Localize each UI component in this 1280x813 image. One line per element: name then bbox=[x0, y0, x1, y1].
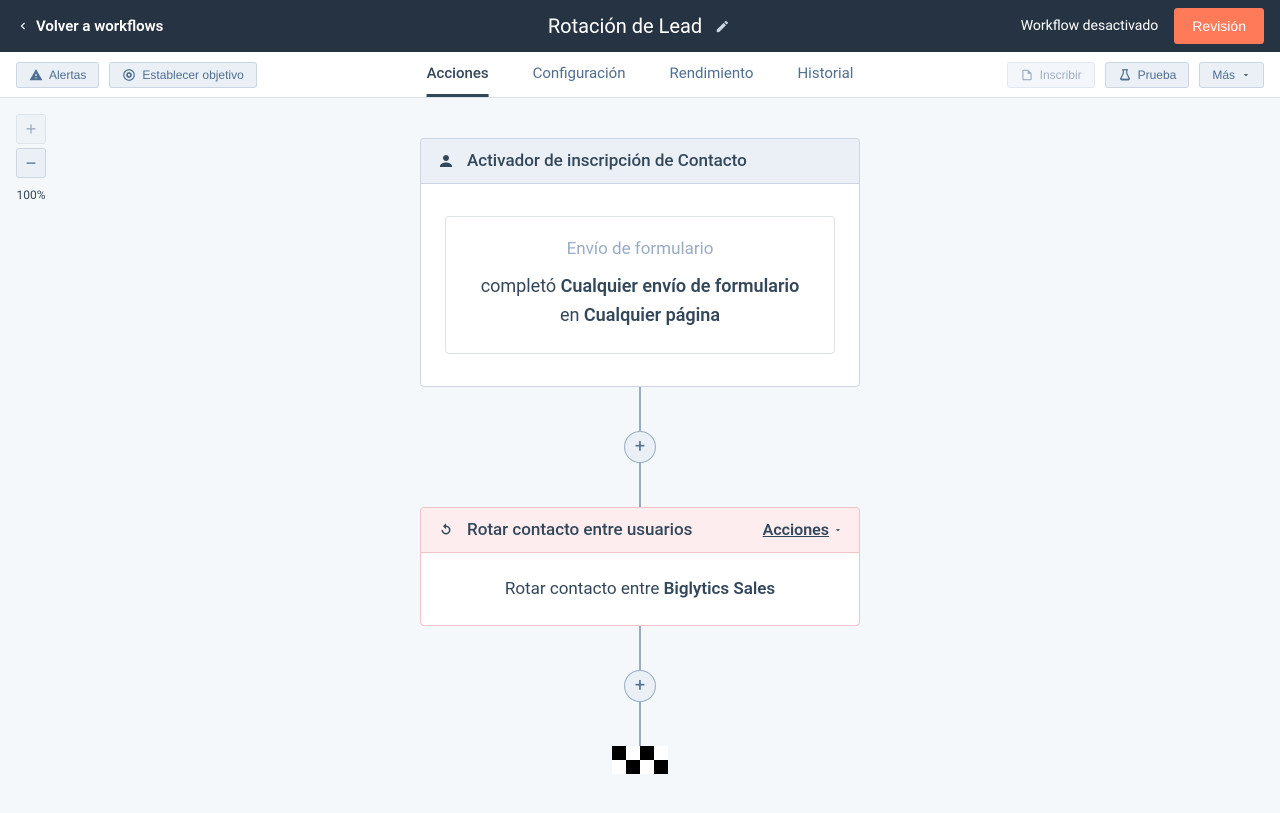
pencil-icon bbox=[715, 19, 730, 34]
trigger-criteria-box[interactable]: Envío de formulario completó Cualquier e… bbox=[445, 216, 835, 354]
caret-down-icon bbox=[1241, 70, 1251, 80]
contact-icon bbox=[437, 152, 455, 170]
subbar-left: Alertas Establecer objetivo bbox=[16, 62, 257, 88]
chevron-left-icon bbox=[16, 19, 30, 33]
connector-line bbox=[639, 463, 641, 507]
goal-label: Establecer objetivo bbox=[142, 68, 243, 82]
trigger-card-header: Activador de inscripción de Contacto bbox=[421, 139, 859, 184]
trigger-criteria-title: Envío de formulario bbox=[470, 239, 810, 259]
trigger-card-body: Envío de formulario completó Cualquier e… bbox=[421, 184, 859, 386]
tab-performance[interactable]: Rendimiento bbox=[670, 52, 754, 97]
tabs: Acciones Configuración Rendimiento Histo… bbox=[427, 52, 854, 97]
connector-line bbox=[639, 702, 641, 746]
rotate-icon bbox=[437, 521, 455, 539]
topbar-right: Workflow desactivado Revisión bbox=[1021, 8, 1264, 44]
add-action-button[interactable]: + bbox=[624, 431, 656, 463]
plus-icon: + bbox=[635, 677, 645, 695]
caret-down-icon bbox=[833, 525, 843, 535]
workflow-flow: Activador de inscripción de Contacto Env… bbox=[420, 138, 860, 778]
edit-title-button[interactable] bbox=[712, 16, 732, 36]
back-label: Volver a workflows bbox=[36, 17, 163, 35]
test-label: Prueba bbox=[1138, 68, 1177, 82]
warning-icon bbox=[29, 68, 43, 82]
card-actions-dropdown[interactable]: Acciones bbox=[763, 520, 843, 539]
zoom-out-button[interactable]: − bbox=[16, 148, 46, 178]
card-actions-label: Acciones bbox=[763, 520, 829, 539]
sub-bar: Alertas Establecer objetivo Acciones Con… bbox=[0, 52, 1280, 98]
add-action-button[interactable]: + bbox=[624, 670, 656, 702]
trigger-header-label: Activador de inscripción de Contacto bbox=[467, 151, 747, 171]
back-to-workflows-link[interactable]: Volver a workflows bbox=[16, 17, 163, 35]
plus-icon: + bbox=[635, 438, 645, 456]
trigger-criteria-text: completó Cualquier envío de formulario e… bbox=[470, 273, 810, 331]
zoom-in-button: + bbox=[16, 114, 46, 144]
subbar-right: Inscribir Prueba Más bbox=[1007, 62, 1264, 88]
test-button[interactable]: Prueba bbox=[1105, 62, 1190, 88]
plus-icon: + bbox=[26, 119, 37, 140]
rotate-body-bold: Biglytics Sales bbox=[664, 579, 776, 599]
end-flag-icon bbox=[612, 746, 668, 778]
more-label: Más bbox=[1212, 68, 1235, 82]
alerts-label: Alertas bbox=[49, 68, 86, 82]
alerts-button[interactable]: Alertas bbox=[16, 62, 99, 88]
tab-history[interactable]: Historial bbox=[797, 52, 853, 97]
workflow-canvas[interactable]: + − 100% Activador de inscripción de Con… bbox=[0, 98, 1280, 813]
trigger-text-bold1: Cualquier envío de formulario bbox=[561, 276, 800, 297]
connector-line bbox=[639, 387, 641, 431]
trigger-text-mid: en bbox=[560, 305, 584, 326]
enroll-icon bbox=[1020, 68, 1034, 82]
title-wrap: Rotación de Lead bbox=[548, 14, 732, 38]
rotate-body-prefix: Rotar contacto entre bbox=[505, 579, 664, 599]
tab-settings[interactable]: Configuración bbox=[533, 52, 626, 97]
beaker-icon bbox=[1118, 68, 1132, 82]
set-goal-button[interactable]: Establecer objetivo bbox=[109, 62, 256, 88]
workflow-status-label: Workflow desactivado bbox=[1021, 18, 1159, 34]
rotate-card-header: Rotar contacto entre usuarios Acciones bbox=[421, 508, 859, 553]
enroll-button: Inscribir bbox=[1007, 62, 1095, 88]
zoom-controls: + − 100% bbox=[16, 114, 46, 202]
rotate-action-card[interactable]: Rotar contacto entre usuarios Acciones R… bbox=[420, 507, 860, 626]
target-icon bbox=[122, 68, 136, 82]
page-title: Rotación de Lead bbox=[548, 14, 702, 38]
review-button[interactable]: Revisión bbox=[1174, 8, 1264, 44]
zoom-level-label: 100% bbox=[16, 188, 45, 202]
trigger-text-prefix: completó bbox=[481, 276, 561, 297]
rotate-card-body: Rotar contacto entre Biglytics Sales bbox=[421, 553, 859, 625]
top-bar: Volver a workflows Rotación de Lead Work… bbox=[0, 0, 1280, 52]
more-button[interactable]: Más bbox=[1199, 62, 1264, 88]
tab-actions[interactable]: Acciones bbox=[427, 52, 489, 97]
connector-line bbox=[639, 626, 641, 670]
trigger-text-bold2: Cualquier página bbox=[584, 305, 720, 326]
enrollment-trigger-card[interactable]: Activador de inscripción de Contacto Env… bbox=[420, 138, 860, 387]
enroll-label: Inscribir bbox=[1040, 68, 1082, 82]
minus-icon: − bbox=[26, 153, 37, 174]
rotate-header-label: Rotar contacto entre usuarios bbox=[467, 520, 692, 540]
